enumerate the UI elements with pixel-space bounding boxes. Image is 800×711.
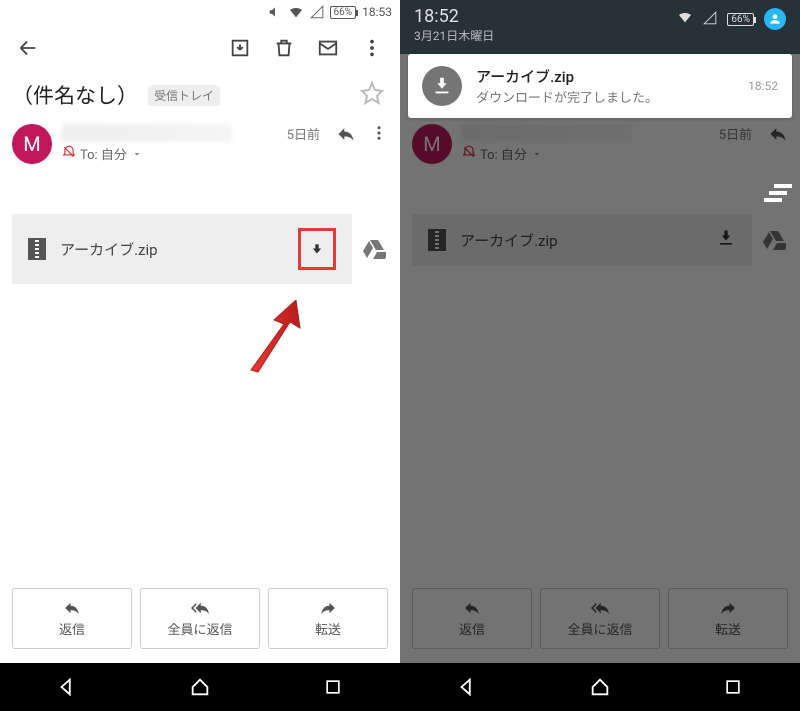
to-label: To: 自分 — [80, 144, 127, 163]
notification-panel-header: 18:52 3月21日木曜日 66% — [400, 0, 800, 54]
to-line[interactable]: To: 自分 — [62, 144, 277, 163]
zip-file-icon — [28, 238, 46, 260]
email-date: 5日前 — [287, 124, 320, 143]
forward-button[interactable]: 転送 — [268, 588, 388, 649]
speaker-icon — [268, 5, 282, 19]
reply-overflow-icon[interactable] — [370, 124, 388, 146]
reply-label: 返信 — [59, 619, 85, 638]
inbox-chip[interactable]: 受信トレイ — [148, 85, 220, 106]
action-row: 返信 全員に返信 転送 — [0, 588, 400, 649]
battery-indicator: 66% — [727, 13, 754, 26]
back-icon[interactable] — [12, 32, 44, 64]
download-icon[interactable] — [307, 237, 327, 261]
nav-recent-icon[interactable] — [321, 675, 345, 699]
download-highlight — [298, 228, 336, 270]
notification-subtitle: ダウンロードが完了しました。 — [476, 87, 734, 106]
mute-icon — [62, 145, 76, 163]
nav-back-icon[interactable] — [455, 675, 479, 699]
subject-text: （件名なし） — [12, 80, 138, 110]
drive-icon[interactable] — [360, 235, 388, 263]
reply-all-button[interactable]: 全員に返信 — [140, 588, 260, 649]
battery-indicator: 66% — [330, 6, 357, 19]
signal-icon — [310, 5, 324, 19]
navigation-bar — [0, 663, 400, 711]
subject-row: （件名なし） 受信トレイ — [0, 72, 400, 118]
gmail-toolbar — [0, 24, 400, 72]
notification-time: 18:52 — [748, 79, 778, 93]
wifi-icon[interactable] — [677, 9, 693, 29]
reply-all-label: 全員に返信 — [167, 619, 232, 638]
nav-home-icon[interactable] — [588, 675, 612, 699]
screenshot-right: （件名なし） 受信トレイ M To: 自分 5日前 アーカイブ.zip 返信 全… — [400, 0, 800, 711]
navigation-bar — [400, 663, 800, 711]
sender-row: M To: 自分 5日前 — [0, 118, 400, 170]
attachment-chip[interactable]: アーカイブ.zip — [12, 214, 352, 284]
star-icon[interactable] — [360, 81, 384, 109]
reply-icon[interactable] — [336, 124, 356, 148]
chevron-down-icon — [131, 148, 143, 160]
attachment-row: アーカイブ.zip — [12, 214, 388, 284]
unread-icon[interactable] — [312, 32, 344, 64]
np-date: 3月21日木曜日 — [414, 27, 494, 44]
archive-icon[interactable] — [224, 32, 256, 64]
overflow-icon[interactable] — [356, 32, 388, 64]
screenshot-left: 66% 18:53 （件名なし） 受信トレイ M — [0, 0, 400, 711]
download-complete-icon — [422, 66, 462, 106]
quick-settings-handle-icon[interactable] — [764, 184, 792, 208]
forward-label: 転送 — [315, 619, 341, 638]
np-time: 18:52 — [414, 6, 494, 27]
profile-icon[interactable] — [764, 8, 786, 30]
nav-recent-icon[interactable] — [721, 675, 745, 699]
reply-button[interactable]: 返信 — [12, 588, 132, 649]
sender-avatar[interactable]: M — [12, 124, 52, 164]
notification-title: アーカイブ.zip — [476, 66, 734, 87]
annotation-arrow — [236, 300, 316, 380]
attachment-filename: アーカイブ.zip — [60, 239, 284, 260]
wifi-icon — [288, 4, 304, 20]
clock-text: 18:53 — [362, 5, 392, 19]
nav-home-icon[interactable] — [188, 675, 212, 699]
delete-icon[interactable] — [268, 32, 300, 64]
sender-name-redacted — [62, 124, 232, 142]
download-notification[interactable]: アーカイブ.zip ダウンロードが完了しました。 18:52 — [408, 54, 792, 118]
nav-back-icon[interactable] — [55, 675, 79, 699]
signal-icon — [703, 10, 717, 29]
status-bar: 66% 18:53 — [0, 0, 400, 24]
